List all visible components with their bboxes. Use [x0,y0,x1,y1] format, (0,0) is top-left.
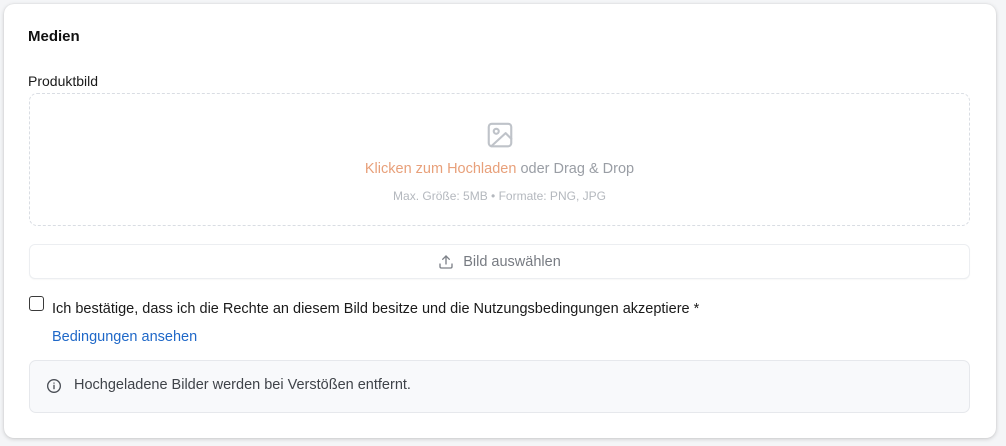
info-notice-text: Hochgeladene Bilder werden bei Verstößen… [74,377,411,393]
view-terms-link[interactable]: Bedingungen ansehen [52,329,197,345]
rights-consent-label: Ich bestätige, dass ich die Rechte an di… [52,301,700,317]
upload-icon [439,254,453,269]
image-icon [487,122,513,148]
rights-consent-checkbox[interactable] [29,296,44,311]
dropzone-instructions: Klicken zum Hochladen oder Drag & Drop [30,161,969,177]
select-image-button-label: Bild auswählen [463,253,561,270]
info-notice: Hochgeladene Bilder werden bei Verstößen… [29,360,970,413]
media-card: Medien Produktbild Klicken zum Hochladen… [4,4,996,438]
drag-drop-text: oder Drag & Drop [516,161,635,177]
product-image-label: Produktbild [28,73,99,89]
image-dropzone[interactable]: Klicken zum Hochladen oder Drag & Drop M… [29,93,970,226]
section-title: Medien [28,28,80,45]
click-to-upload-link[interactable]: Klicken zum Hochladen [365,161,517,177]
upload-constraints-hint: Max. Größe: 5MB • Formate: PNG, JPG [393,189,606,203]
select-image-button[interactable]: Bild auswählen [29,244,970,279]
info-icon [47,379,61,393]
